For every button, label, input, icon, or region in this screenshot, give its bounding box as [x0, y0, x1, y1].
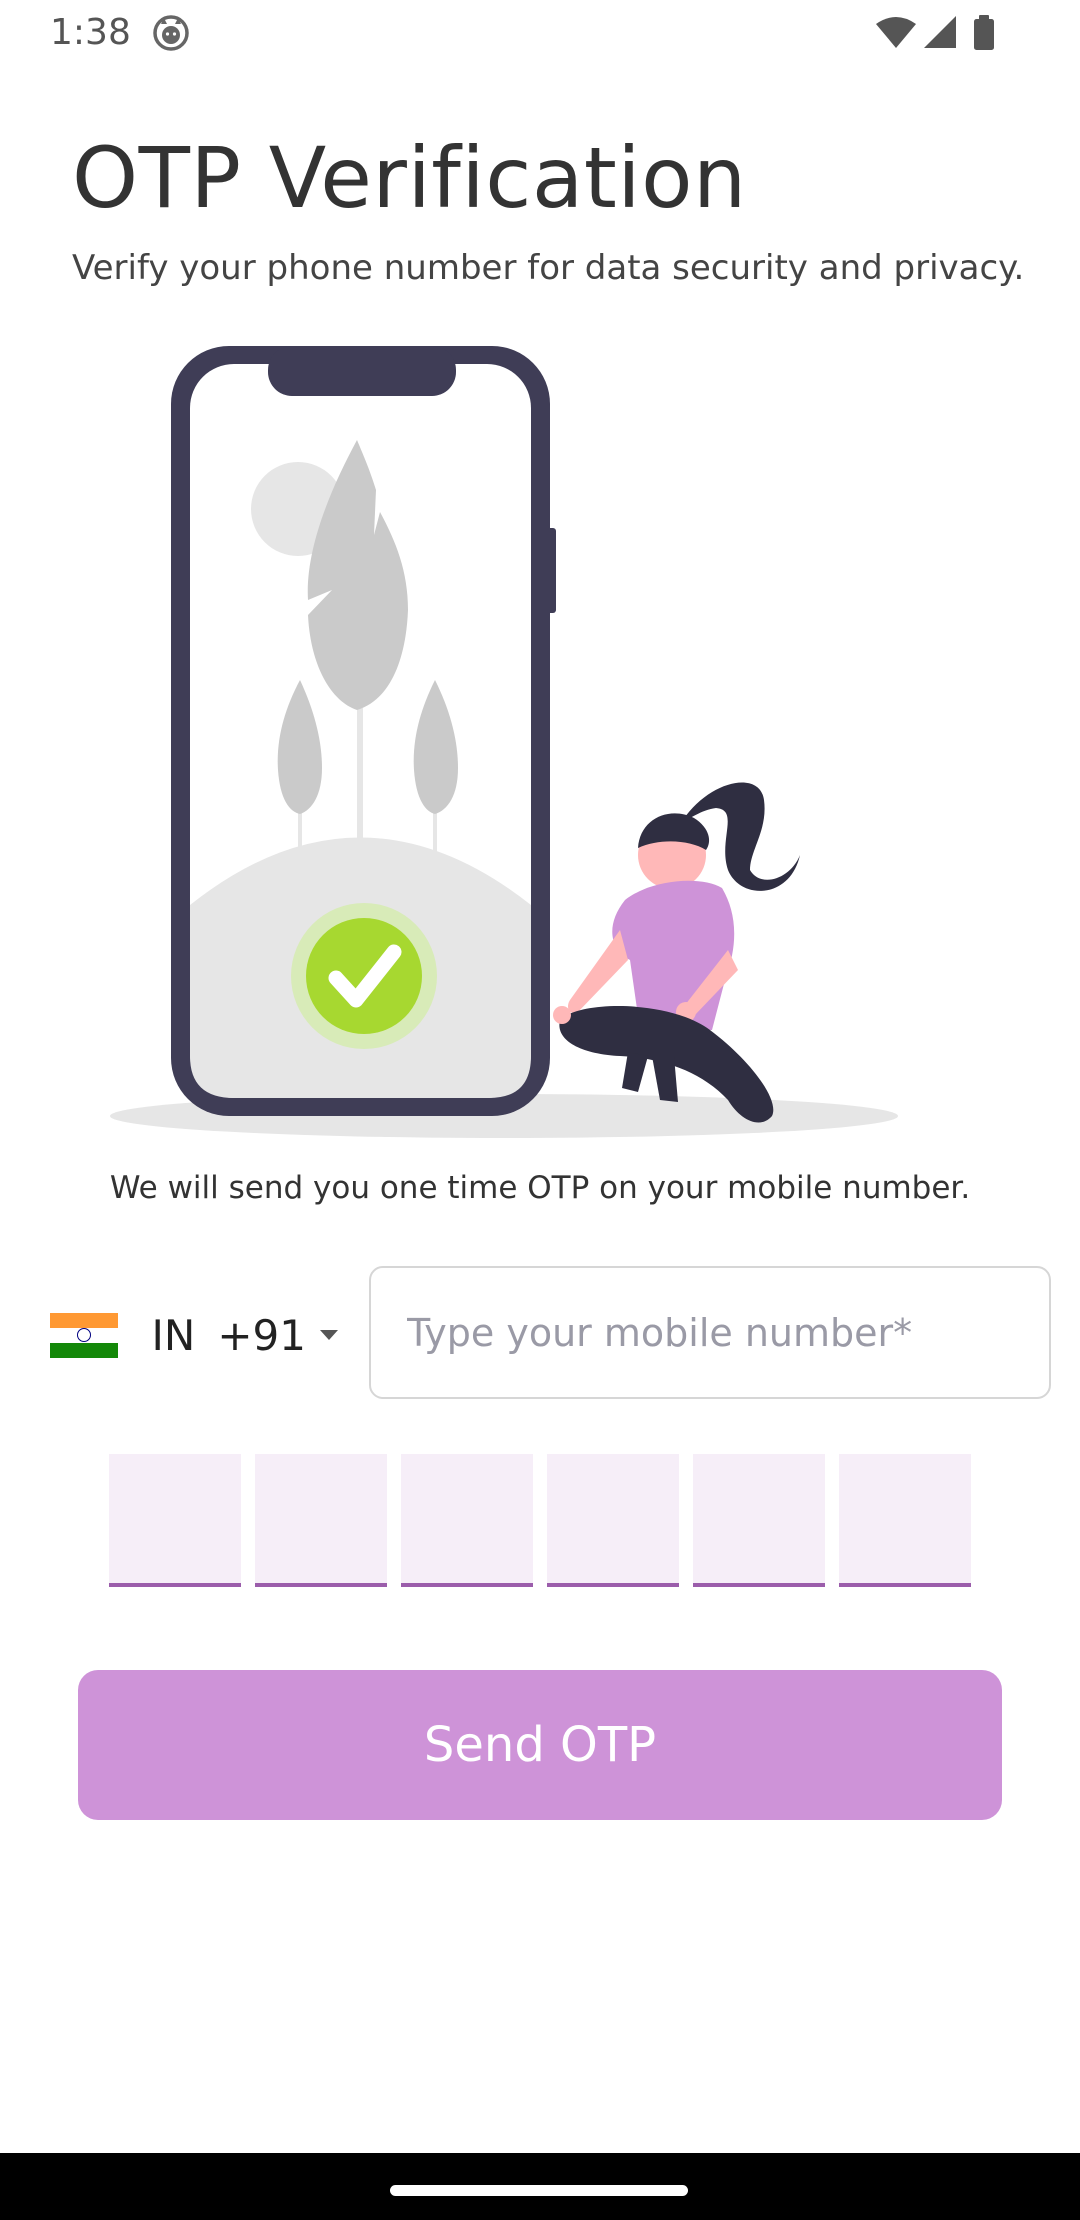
mobile-number-input[interactable]	[369, 1266, 1051, 1399]
country-code-picker[interactable]: IN +91	[48, 1290, 338, 1380]
page-subtitle: Verify your phone number for data securi…	[72, 248, 1025, 288]
status-time: 1:38	[50, 12, 131, 53]
cat-icon	[152, 14, 190, 52]
phone-verification-illustration	[100, 340, 900, 1140]
navigation-bar	[0, 2153, 1080, 2220]
otp-input-group	[109, 1454, 971, 1587]
chevron-down-icon	[320, 1330, 338, 1340]
status-bar: 1:38	[0, 0, 1080, 66]
otp-digit-4[interactable]	[547, 1454, 679, 1587]
wifi-icon	[876, 17, 916, 48]
status-icons	[874, 14, 1004, 54]
country-code: IN	[151, 1310, 196, 1360]
otp-info-text: We will send you one time OTP on your mo…	[109, 1170, 971, 1206]
page-title: OTP Verification	[72, 129, 747, 227]
home-gesture-handle[interactable]	[390, 2185, 688, 2196]
india-flag-icon	[50, 1312, 118, 1358]
cellular-signal-icon	[924, 16, 956, 48]
otp-digit-3[interactable]	[401, 1454, 533, 1587]
send-otp-button[interactable]: Send OTP	[78, 1670, 1002, 1820]
dial-code: +91	[217, 1310, 306, 1360]
otp-digit-5[interactable]	[693, 1454, 825, 1587]
otp-digit-1[interactable]	[109, 1454, 241, 1587]
otp-digit-2[interactable]	[255, 1454, 387, 1587]
otp-digit-6[interactable]	[839, 1454, 971, 1587]
battery-icon	[974, 15, 994, 50]
